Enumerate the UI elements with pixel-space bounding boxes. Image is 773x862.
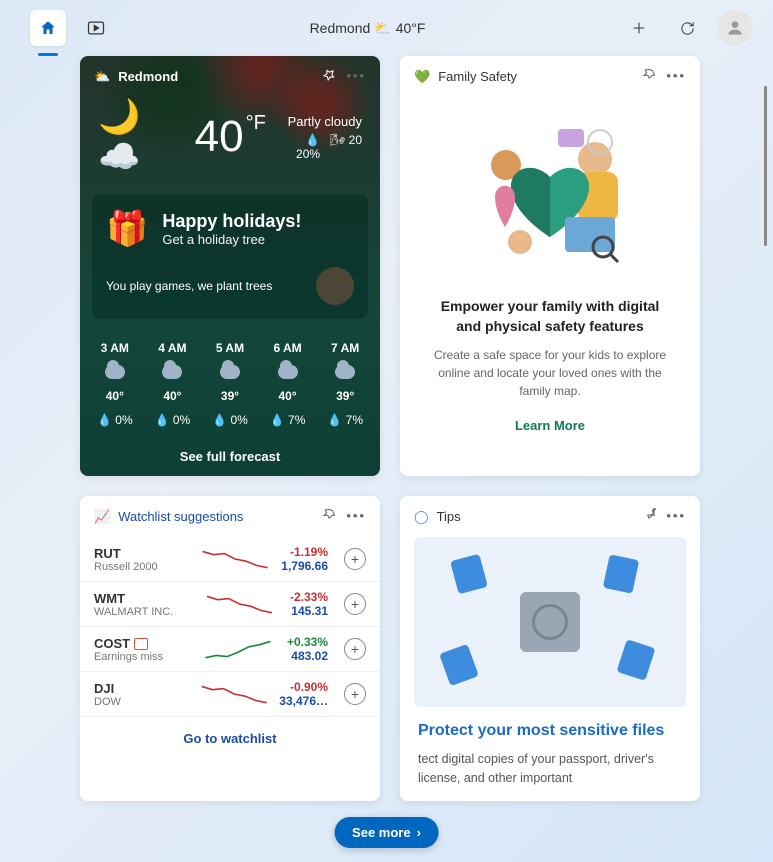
cloud-icon — [335, 365, 355, 379]
heart-shield-icon: 💚 — [414, 69, 430, 85]
forecast-hour[interactable]: 4 AM40°💧 0% — [155, 341, 191, 427]
watchlist-widget: 📈 Watchlist suggestions ••• RUTRussell 2… — [80, 496, 380, 801]
precip-value: 💧 20% — [278, 133, 320, 161]
more-icon[interactable]: ••• — [666, 68, 686, 85]
tips-body-text: tect digital copies of your passport, dr… — [418, 750, 682, 788]
holiday-line: You play games, we plant trees — [106, 279, 272, 293]
calendar-icon — [134, 638, 148, 650]
ticker-symbol: COST — [94, 636, 189, 651]
change-pct: -2.33% — [290, 590, 328, 604]
topbar-location: Redmond — [310, 20, 371, 36]
family-body: Create a safe space for your kids to exp… — [428, 346, 672, 400]
pin-icon[interactable] — [322, 508, 336, 525]
price: 1,796.66 — [281, 559, 328, 573]
forecast-hour[interactable]: 6 AM40°💧 7% — [270, 341, 306, 427]
tips-widget: ◯ Tips ••• Protect your most sensitive f… — [400, 496, 700, 801]
family-heading: Empower your family with digital and phy… — [428, 297, 672, 336]
cloud-icon — [105, 365, 125, 379]
profile-button[interactable] — [717, 10, 753, 46]
temp-unit: °F — [246, 112, 266, 134]
price: 483.02 — [287, 649, 328, 663]
pin-icon[interactable] — [322, 68, 336, 85]
learn-more-link[interactable]: Learn More — [400, 400, 700, 451]
gift-icon: 🎁 — [106, 209, 148, 249]
forecast-hour[interactable]: 7 AM39°💧 7% — [327, 341, 363, 427]
topbar-weather[interactable]: Redmond ⛅ 40°F — [310, 20, 426, 37]
change-pct: +0.33% — [287, 635, 328, 649]
moon-cloud-icon: 🌙☁️ — [98, 97, 183, 177]
hourly-forecast: 3 AM40°💧 0% 4 AM40°💧 0% 5 AM39°💧 0% 6 AM… — [80, 327, 380, 437]
cloud-icon — [162, 365, 182, 379]
more-icon[interactable]: ••• — [346, 508, 366, 525]
add-to-watchlist-button[interactable]: + — [344, 548, 366, 570]
add-to-watchlist-button[interactable]: + — [344, 638, 366, 660]
forecast-hour[interactable]: 5 AM39°💧 0% — [212, 341, 248, 427]
weather-widget: ⛅ Redmond ••• 🌙☁️ 40°F Partly cloudy 💧 2… — [80, 56, 380, 476]
topbar-temp: 40°F — [396, 20, 426, 36]
more-icon[interactable]: ••• — [346, 68, 366, 85]
sparkline — [199, 591, 280, 617]
family-safety-widget: 💚 Family Safety ••• — [400, 56, 700, 476]
change-pct: -1.19% — [281, 545, 328, 559]
ticker-name: Earnings miss — [94, 651, 189, 663]
watchlist-title: Watchlist suggestions — [118, 509, 243, 524]
sparkline — [199, 546, 271, 572]
refresh-button[interactable] — [669, 10, 705, 46]
pin-icon[interactable] — [642, 68, 656, 85]
video-tab[interactable] — [78, 10, 114, 46]
ticker-name: DOW — [94, 696, 189, 708]
cloud-icon — [278, 365, 298, 379]
tips-heading: Protect your most sensitive files — [418, 721, 682, 742]
watchlist-row[interactable]: DJIDOW -0.90%33,476… + — [80, 672, 380, 717]
sun-cloud-icon: ⛅ — [374, 20, 391, 37]
price: 145.31 — [290, 604, 328, 618]
condition-text: Partly cloudy — [278, 114, 362, 129]
holiday-promo[interactable]: 🎁 Happy holidays! Get a holiday tree You… — [92, 195, 368, 319]
ticker-name: WALMART INC. — [94, 606, 189, 618]
tips-illustration — [414, 537, 686, 707]
change-pct: -0.90% — [279, 680, 328, 694]
tips-title: Tips — [437, 509, 461, 524]
ticker-symbol: DJI — [94, 681, 189, 696]
watchlist-row[interactable]: COSTEarnings miss +0.33%483.02 + — [80, 627, 380, 672]
tree-seed-icon — [316, 267, 354, 305]
tips-icon: ◯ — [414, 509, 429, 525]
add-to-watchlist-button[interactable]: + — [344, 683, 366, 705]
family-title: Family Safety — [438, 69, 517, 84]
holiday-title: Happy holidays! — [162, 211, 301, 232]
watchlist-row[interactable]: WMTWALMART INC. -2.33%145.31 + — [80, 582, 380, 627]
wind-value: 🌬 20 — [330, 133, 362, 161]
go-to-watchlist-link[interactable]: Go to watchlist — [80, 717, 380, 760]
sparkline — [199, 636, 277, 662]
holiday-sub: Get a holiday tree — [162, 232, 301, 247]
price: 33,476… — [279, 694, 328, 708]
weather-title: Redmond — [118, 69, 178, 84]
watchlist-row[interactable]: RUTRussell 2000 -1.19%1,796.66 + — [80, 537, 380, 582]
ticker-symbol: RUT — [94, 546, 189, 561]
stocks-icon: 📈 — [94, 509, 110, 525]
ticker-name: Russell 2000 — [94, 561, 189, 573]
see-more-button[interactable]: See more › — [334, 817, 439, 848]
forecast-hour[interactable]: 3 AM40°💧 0% — [97, 341, 133, 427]
sparkline — [199, 681, 269, 707]
ticker-symbol: WMT — [94, 591, 189, 606]
add-button[interactable] — [621, 10, 657, 46]
add-to-watchlist-button[interactable]: + — [344, 593, 366, 615]
pin-icon[interactable] — [642, 508, 656, 525]
home-tab[interactable] — [30, 10, 66, 46]
more-icon[interactable]: ••• — [666, 508, 686, 525]
current-temp: 40 — [195, 112, 244, 161]
weather-icon: ⛅ — [94, 69, 110, 85]
family-illustration — [400, 97, 700, 297]
see-forecast-link[interactable]: See full forecast — [80, 437, 380, 476]
cloud-icon — [220, 365, 240, 379]
chevron-right-icon: › — [417, 825, 421, 840]
